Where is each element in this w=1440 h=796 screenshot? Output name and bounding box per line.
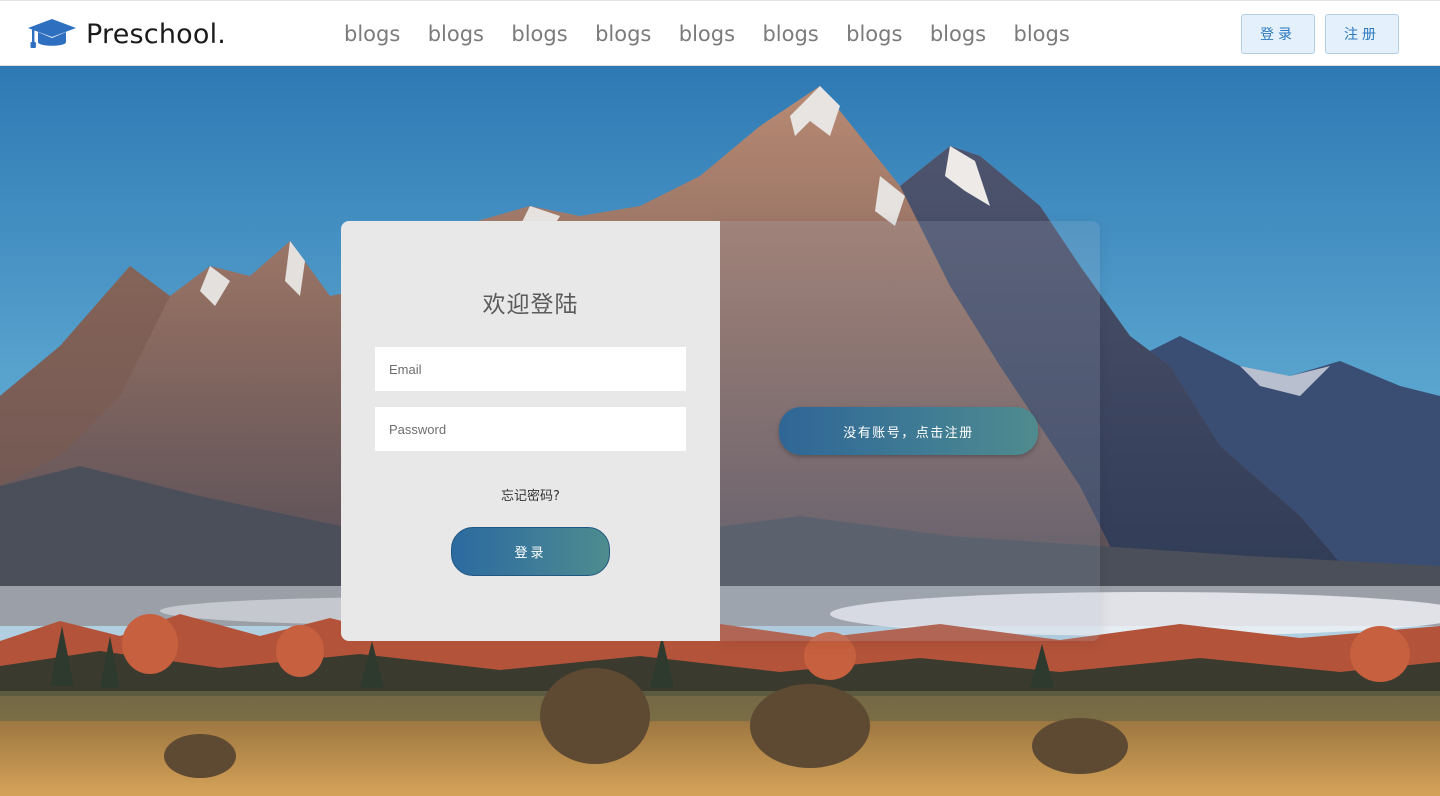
header-login-button[interactable]: 登录 — [1241, 14, 1315, 54]
nav-link-blogs-2[interactable]: blogs — [428, 19, 512, 49]
login-submit-button[interactable]: 登录 — [451, 527, 610, 576]
nav-link-blogs-8[interactable]: blogs — [930, 19, 1014, 49]
nav-link-blogs-6[interactable]: blogs — [762, 19, 846, 49]
main-nav: blogs blogs blogs blogs blogs blogs blog… — [344, 19, 1097, 49]
login-title: 欢迎登陆 — [482, 292, 579, 318]
hero-background-image — [0, 66, 1440, 796]
register-prompt-button[interactable]: 没有账号，点击注册 — [779, 407, 1038, 455]
forgot-password-link[interactable]: 忘记密码? — [341, 485, 720, 504]
nav-link-blogs-7[interactable]: blogs — [846, 19, 930, 49]
login-card: 欢迎登陆 忘记密码? 登录 — [341, 221, 720, 641]
email-field[interactable] — [375, 347, 686, 391]
brand-name: Preschool. — [86, 18, 227, 50]
nav-link-blogs-5[interactable]: blogs — [679, 19, 763, 49]
password-field[interactable] — [375, 407, 686, 451]
graduation-cap-icon — [28, 19, 76, 48]
header-register-button[interactable]: 注册 — [1325, 14, 1399, 54]
top-navbar: Preschool. blogs blogs blogs blogs blogs… — [0, 0, 1440, 66]
nav-link-blogs-9[interactable]: blogs — [1014, 19, 1098, 49]
nav-link-blogs-4[interactable]: blogs — [595, 19, 679, 49]
nav-link-blogs-3[interactable]: blogs — [511, 19, 595, 49]
nav-link-blogs-1[interactable]: blogs — [344, 19, 428, 49]
brand-logo[interactable]: Preschool. — [26, 15, 226, 53]
